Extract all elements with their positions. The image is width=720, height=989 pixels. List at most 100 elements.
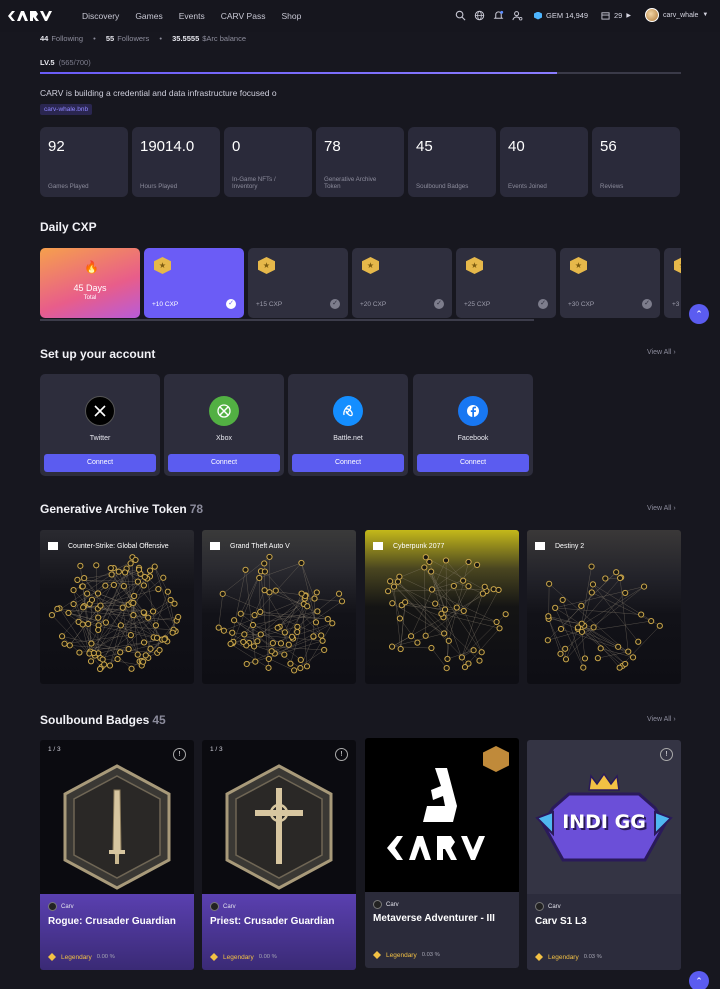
graph-edge <box>548 618 561 654</box>
badge-name: Carv S1 L3 <box>535 916 587 927</box>
stat-card-soulbound-badges[interactable]: 45 Soulbound Badges <box>408 127 496 197</box>
graph-node <box>153 634 161 641</box>
chevron-right-icon: ▶ <box>626 13 631 19</box>
graph-node <box>478 649 485 656</box>
gat-card-destiny[interactable]: Destiny 2 <box>527 530 681 684</box>
gat-card-cyberpunk[interactable]: Cyberpunk 2077 <box>365 530 519 684</box>
issuer-avatar <box>535 902 544 911</box>
info-icon[interactable]: ! <box>173 748 186 761</box>
issuer-name: Carv <box>386 901 399 908</box>
graph-node <box>114 655 121 663</box>
badge-footer: Carv Rogue: Crusader Guardian Legendary 0… <box>40 894 194 970</box>
badge-card-indi[interactable]: ! INDI GG Carv Carv S1 L3 Legendary 0.03 … <box>527 740 681 970</box>
cxp-card[interactable]: ★ +3 <box>664 248 681 318</box>
nav-link-shop[interactable]: Shop <box>281 11 301 21</box>
following-count[interactable]: 44 <box>40 34 48 43</box>
cxp-scrollbar[interactable] <box>40 319 534 321</box>
graph-node <box>155 586 162 593</box>
nav-link-carv-pass[interactable]: CARV Pass <box>221 11 266 21</box>
carv-logo[interactable] <box>6 9 52 23</box>
following-label[interactable]: Following <box>51 34 83 43</box>
badge-card-metaverse[interactable]: Carv Metaverse Adventurer - III Legendar… <box>365 738 519 968</box>
graph-node <box>65 609 72 617</box>
graph-node <box>291 667 298 674</box>
graph-node <box>231 617 238 624</box>
graph-node <box>318 632 325 639</box>
graph-node <box>625 648 632 655</box>
connect-button[interactable]: Connect <box>292 454 404 472</box>
badge-footer: Carv Carv S1 L3 Legendary 0.03 % <box>527 894 681 970</box>
graph-edge <box>463 586 485 612</box>
arc-balance-label: $Arc balance <box>202 34 247 43</box>
chevron-right-icon: › <box>673 505 676 512</box>
chevron-right-icon: › <box>673 349 676 356</box>
user-settings-icon[interactable] <box>512 10 523 21</box>
stat-card-events-joined[interactable]: 40 Events Joined <box>500 127 588 197</box>
graph-node <box>101 661 108 668</box>
stat-card-gat[interactable]: 78 Generative Archive Token <box>316 127 404 197</box>
globe-icon[interactable] <box>474 10 485 21</box>
search-icon[interactable] <box>455 10 466 21</box>
stat-card-games-played[interactable]: 92 Games Played <box>40 127 128 197</box>
badge-issuer: Carv <box>373 900 399 909</box>
nav-link-events[interactable]: Events <box>179 11 205 21</box>
stat-card-nfts[interactable]: 0 In-Game NFTs / Inventory <box>224 127 312 197</box>
graph-edge <box>581 566 592 624</box>
info-icon[interactable]: ! <box>335 748 348 761</box>
nav-link-games[interactable]: Games <box>135 11 162 21</box>
cxp-card[interactable]: ★ +15 CXP ✓ <box>248 248 348 318</box>
nav-link-discovery[interactable]: Discovery <box>82 11 119 21</box>
cxp-value: +20 CXP <box>360 301 387 308</box>
cxp-card[interactable]: ★ +30 CXP ✓ <box>560 248 660 318</box>
graph-node <box>335 590 343 597</box>
graph-node <box>257 631 264 638</box>
avatar <box>645 8 659 22</box>
gat-network-graph <box>48 554 182 673</box>
badges-view-all[interactable]: View All › <box>647 716 676 723</box>
connect-button[interactable]: Connect <box>44 454 156 472</box>
user-menu[interactable]: carv_whale ▼ <box>645 8 708 22</box>
scroll-top-button-bottom[interactable]: ⌃ <box>689 971 709 989</box>
bell-icon[interactable] <box>493 10 504 21</box>
info-icon[interactable]: ! <box>660 748 673 761</box>
cxp-card-claimed[interactable]: ★ +10 CXP ✓ <box>144 248 244 318</box>
graph-node <box>76 649 83 656</box>
gat-game-name: Destiny 2 <box>555 542 585 550</box>
cxp-card[interactable]: ★ +20 CXP ✓ <box>352 248 452 318</box>
followers-count[interactable]: 55 <box>106 34 114 43</box>
calendar-checkin[interactable]: 29 ▶ <box>601 11 631 20</box>
graph-node <box>110 581 117 589</box>
stat-card-hours-played[interactable]: 19014.0 Hours Played <box>132 127 220 197</box>
graph-node <box>128 665 135 672</box>
graph-node <box>414 639 421 646</box>
cxp-value: +25 CXP <box>464 301 491 308</box>
stat-card-reviews[interactable]: 56 Reviews <box>592 127 680 197</box>
graph-node <box>135 566 143 573</box>
graph-node <box>562 656 570 663</box>
graph-node <box>265 655 272 663</box>
gat-title: Generative Archive Token 78 <box>40 502 203 516</box>
graph-edge <box>581 631 586 659</box>
graph-node <box>428 586 436 593</box>
level-progress-bar <box>40 72 681 74</box>
connect-button[interactable]: Connect <box>168 454 280 472</box>
gat-card-gta[interactable]: Grand Theft Auto V <box>202 530 356 684</box>
gat-view-all[interactable]: View All › <box>647 505 676 512</box>
stat-cards: 92 Games Played 19014.0 Hours Played 0 In-G… <box>40 127 680 197</box>
graph-node <box>268 648 275 655</box>
gem-balance[interactable]: GEM 14,949 <box>534 11 588 20</box>
setup-view-all[interactable]: View All › <box>647 349 676 356</box>
graph-node <box>254 638 261 645</box>
domain-tag[interactable]: carv-whale.bnb <box>40 104 93 115</box>
scroll-top-button[interactable]: ⌃ <box>689 304 709 324</box>
connect-button[interactable]: Connect <box>417 454 529 472</box>
cxp-card[interactable]: ★ +25 CXP ✓ <box>456 248 556 318</box>
gat-card-csgo[interactable]: Counter-Strike: Global Offensive <box>40 530 194 684</box>
level-label: LV.5 (565/700) <box>40 58 91 67</box>
badge-card-rogue[interactable]: 1 / 3 ! Carv Rogue: Crusader Guardian Le… <box>40 740 194 970</box>
graph-node <box>552 604 559 611</box>
graph-node <box>574 624 582 631</box>
followers-label[interactable]: Followers <box>117 34 149 43</box>
graph-node <box>130 599 137 607</box>
badge-card-priest[interactable]: 1 / 3 ! Carv Priest: Crusader Guardian L… <box>202 740 356 970</box>
